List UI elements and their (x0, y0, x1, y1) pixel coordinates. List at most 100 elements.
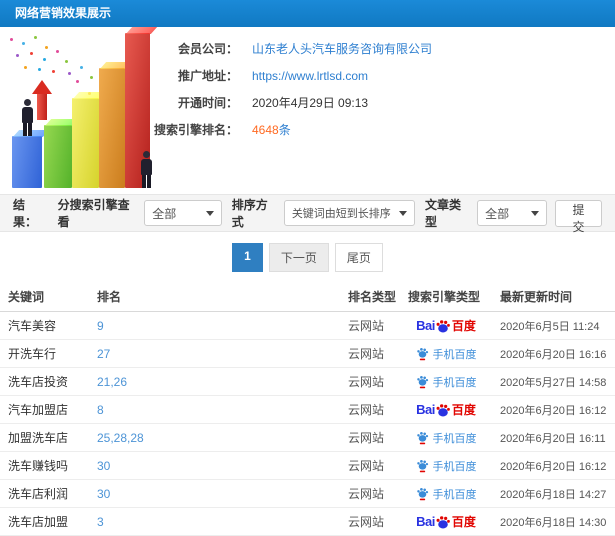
rank-cell[interactable]: 3 (89, 515, 340, 529)
info-row-url: 推广地址： https://www.lrtlsd.com (70, 62, 432, 89)
info-row-open-time: 开通时间： 2020年4月29日 09:13 (70, 89, 432, 116)
rank-count: 4648 (252, 123, 279, 137)
open-time-value: 2020年4月29日 09:13 (252, 96, 369, 110)
article-type-select[interactable]: 全部 (477, 200, 547, 226)
result-label: 结果： (13, 198, 38, 229)
engine-rank-value: 4648条 (252, 121, 291, 138)
engine-filter-value: 全部 (152, 206, 177, 221)
table-row: 开洗车行 27 云网站 手机百度 2020年6月20日 16:16 (0, 340, 615, 368)
promotion-url-label: 推广地址： (177, 69, 238, 83)
header-updated: 最新更新时间 (500, 289, 573, 304)
table-row: 洗车店利润 30 云网站 手机百度 2020年6月18日 14:27 (0, 480, 615, 508)
rank-type-cell: 云网站 (348, 515, 385, 529)
mobile-baidu-paw-icon (416, 375, 428, 389)
rank-unit: 条 (278, 123, 291, 137)
engine-cell: 手机百度 (400, 374, 492, 390)
chevron-down-icon (205, 210, 214, 216)
baidu-logo: Bai 百度 (416, 318, 476, 333)
engine-cell: 手机百度 (400, 458, 492, 474)
page-title: 网络营销效果展示 (15, 6, 112, 20)
mobile-baidu-paw-icon (416, 431, 428, 445)
engine-cell: 手机百度 (400, 430, 492, 446)
mobile-baidu-logo: 手机百度 (416, 374, 477, 390)
header-rank: 排名 (97, 289, 122, 304)
engine-rank-label: 搜索引擎排名： (153, 123, 238, 137)
engine-cell: Bai 百度 (400, 513, 492, 530)
baidu-paw-icon (436, 403, 450, 416)
engine-cell: 手机百度 (400, 486, 492, 502)
header-engine-type: 搜索引擎类型 (408, 289, 481, 304)
keyword-cell: 开洗车行 (8, 347, 57, 361)
rank-type-cell: 云网站 (348, 487, 385, 501)
member-info-list: 会员公司： 山东老人头汽车服务咨询有限公司 推广地址： https://www.… (70, 35, 432, 143)
info-row-rank-count: 搜索引擎排名： 4648条 (70, 116, 432, 143)
submit-button[interactable]: 提交 (554, 199, 602, 234)
table-row: 汽车美容 9 云网站 Bai 百度 2020年6月5日 11:24 (0, 312, 615, 340)
rank-type-cell: 云网站 (348, 403, 385, 417)
engine-cell: 手机百度 (400, 346, 492, 362)
chart-bar-blue (12, 136, 42, 188)
rank-cell[interactable]: 30 (89, 459, 340, 473)
next-page-button[interactable]: 下一页 (268, 243, 329, 272)
confetti-decoration (10, 38, 13, 41)
keyword-cell: 洗车店投资 (8, 375, 69, 389)
header-rank-type: 排名类型 (348, 289, 397, 304)
updated-cell: 2020年5月27日 14:58 (500, 376, 607, 389)
table-row: 洗车店加盟 3 云网站 Bai 百度 2020年6月18日 14:30 (0, 508, 615, 536)
mobile-baidu-paw-icon (416, 347, 428, 361)
baidu-logo: Bai 百度 (416, 402, 476, 417)
baidu-paw-icon (436, 515, 450, 528)
company-link[interactable]: 山东老人头汽车服务咨询有限公司 (252, 40, 432, 57)
promotion-url-link[interactable]: https://www.lrtlsd.com (252, 69, 368, 83)
businessman-figure-right (140, 151, 153, 188)
rank-cell[interactable]: 30 (89, 487, 340, 501)
page-number-current[interactable]: 1 (232, 243, 263, 272)
rank-cell[interactable]: 25,28,28 (89, 431, 340, 445)
rank-cell[interactable]: 9 (89, 319, 340, 333)
keyword-cell: 洗车店利润 (8, 487, 69, 501)
rank-type-cell: 云网站 (348, 347, 385, 361)
table-row: 汽车加盟店 8 云网站 Bai 百度 2020年6月20日 16:12 (0, 396, 615, 424)
keyword-ranking-table: 关键词 排名 排名类型 搜索引擎类型 最新更新时间 汽车美容 9 云网站 Bai… (0, 281, 615, 536)
engine-cell: Bai 百度 (400, 317, 492, 334)
sort-filter-value: 关键词由短到长排序 (291, 208, 391, 220)
mobile-baidu-paw-icon (416, 459, 428, 473)
mobile-baidu-logo: 手机百度 (416, 430, 477, 446)
mobile-baidu-logo: 手机百度 (416, 486, 477, 502)
updated-cell: 2020年6月5日 11:24 (500, 320, 600, 333)
keyword-cell: 加盟洗车店 (8, 431, 69, 445)
mobile-baidu-logo: 手机百度 (416, 346, 477, 362)
baidu-logo: Bai 百度 (416, 514, 476, 529)
rank-cell[interactable]: 27 (89, 347, 340, 361)
rank-type-cell: 云网站 (348, 375, 385, 389)
table-row: 洗车赚钱吗 30 云网站 手机百度 2020年6月20日 16:12 (0, 452, 615, 480)
mobile-baidu-logo: 手机百度 (416, 458, 477, 474)
updated-cell: 2020年6月20日 16:11 (500, 432, 606, 445)
updated-cell: 2020年6月18日 14:27 (500, 488, 607, 501)
sort-filter-select[interactable]: 关键词由短到长排序 (283, 200, 416, 226)
keyword-cell: 洗车店加盟 (8, 515, 69, 529)
updated-cell: 2020年6月20日 16:12 (500, 460, 607, 473)
rank-cell[interactable]: 21,26 (89, 375, 340, 389)
updated-cell: 2020年6月18日 14:30 (500, 516, 607, 529)
chevron-down-icon (399, 210, 408, 216)
chevron-down-icon (530, 210, 539, 216)
filter-bar: 结果： 分搜索引擎查看 全部 排序方式 关键词由短到长排序 文章类型 全部 提交 (0, 194, 615, 234)
chart-bar-green (44, 125, 72, 188)
rank-type-cell: 云网站 (348, 431, 385, 445)
engine-cell: Bai 百度 (400, 401, 492, 418)
rank-cell[interactable]: 8 (89, 403, 340, 417)
info-row-company: 会员公司： 山东老人头汽车服务咨询有限公司 (70, 35, 432, 62)
engine-filter-select[interactable]: 全部 (144, 200, 222, 226)
table-header-row: 关键词 排名 排名类型 搜索引擎类型 最新更新时间 (0, 281, 615, 312)
article-type-label: 文章类型 (425, 198, 462, 229)
businessman-figure-left (21, 99, 34, 136)
keyword-cell: 汽车加盟店 (8, 403, 69, 417)
table-row: 洗车店投资 21,26 云网站 手机百度 2020年5月27日 14:58 (0, 368, 615, 396)
last-page-button[interactable]: 尾页 (334, 243, 383, 272)
baidu-paw-icon (436, 319, 450, 332)
mobile-baidu-paw-icon (416, 487, 428, 501)
keyword-cell: 汽车美容 (8, 319, 57, 333)
growth-arrow-icon (32, 80, 52, 120)
member-summary-section: 会员公司： 山东老人头汽车服务咨询有限公司 推广地址： https://www.… (0, 27, 615, 194)
